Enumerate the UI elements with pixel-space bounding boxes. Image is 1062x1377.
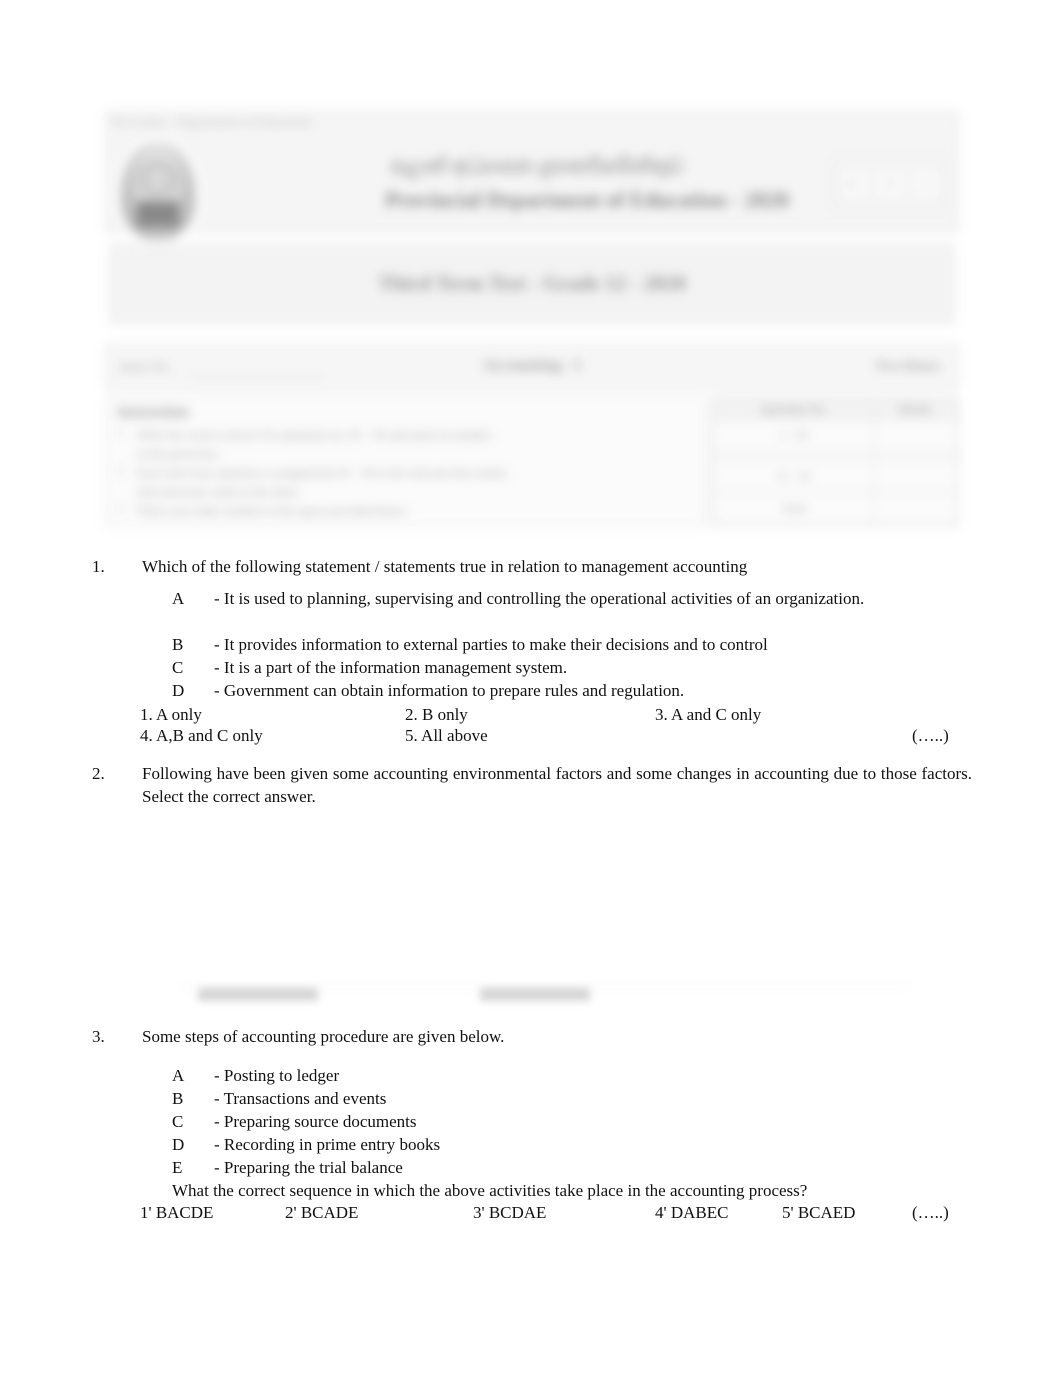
paper-code-badge: A [913, 171, 942, 197]
question-3-answer-blank[interactable]: (…..) [912, 1202, 949, 1224]
header-outer-frame: Sri Lanka - Department of Education පළාත… [106, 112, 958, 239]
question-3-number: 3. [92, 1027, 105, 1046]
marks-table-row: 31 - 35 [712, 459, 957, 493]
question-2-number: 2. [92, 764, 105, 783]
instructions-box: Instructions * Write the correct answer f… [106, 398, 706, 526]
marks-value-cell [873, 459, 957, 493]
marks-col-marks: Marks [873, 399, 957, 420]
question-2-redacted-content [180, 985, 910, 1007]
question-1-statement-letter-d: D [172, 681, 185, 700]
marks-table-row [712, 451, 957, 461]
question-1-statement-letter-b: B [172, 635, 184, 654]
instruction-item: * Write your index number in the space pr… [117, 504, 409, 518]
instruction-item: * Write the correct answer for questions … [117, 428, 494, 442]
header-top-line: Sri Lanka - Department of Education [113, 115, 313, 129]
question-3-statement-text-b: - Transactions and events [214, 1089, 387, 1108]
marks-range-cell: Total [712, 491, 875, 526]
question-3-stem: Some steps of accounting procedure are g… [142, 1027, 505, 1046]
marks-table-row: Total [712, 491, 957, 526]
question-1-option-2[interactable]: 2. B only [405, 704, 468, 726]
exam-header-redacted: Sri Lanka - Department of Education පළාත… [96, 86, 970, 548]
marks-value-cell [873, 451, 957, 461]
paper-code-badge: 01 [838, 171, 867, 197]
index-number-rule [193, 377, 323, 378]
marks-range-cell [712, 451, 875, 461]
marks-table-header-row: Question No. Marks [712, 399, 957, 420]
instructions-title: Instructions [117, 404, 190, 419]
exam-duration: Two Hours [874, 359, 941, 374]
marks-value-cell [873, 491, 957, 526]
header-title-sinhala: පළාත් අධ්‍යාපන දැපාර්තමේන්තුව [390, 153, 684, 178]
question-1-option-4[interactable]: 4. A,B and C only [140, 725, 263, 747]
redacted-rule [180, 986, 910, 987]
question-1-option-5[interactable]: 5. All above [405, 725, 488, 747]
question-1-number: 1. [92, 557, 105, 576]
question-1-statement-letter-a: A [172, 589, 185, 608]
question-3-option-1[interactable]: 1' BACDE [140, 1202, 213, 1224]
question-3-option-3[interactable]: 3' BCDAE [473, 1202, 546, 1224]
instruction-item: in the given box. [137, 447, 222, 461]
header-title-english: Provincial Department of Education - 202… [385, 187, 789, 212]
marks-value-cell [873, 418, 957, 453]
question-1-statement-text-c: - It is a part of the information manage… [214, 658, 568, 677]
subject-title: Accounting - I [483, 357, 581, 374]
instructions-list: * Write the correct answer for questions … [115, 427, 721, 522]
paper-code-badges: 01 II A [833, 159, 947, 209]
marks-table-box: Question No. Marks 1 - 30 31 - 35 Total [712, 398, 958, 526]
question-3-option-4[interactable]: 4' DABEC [655, 1202, 728, 1224]
question-1-stem: Which of the following statement / state… [142, 557, 748, 576]
question-1-option-3[interactable]: 3. A and C only [655, 704, 761, 726]
question-3-statement-text-e: - Preparing the trial balance [214, 1158, 403, 1177]
redacted-text-blob [480, 988, 590, 1001]
question-1-answer-blank[interactable]: (…..) [912, 725, 949, 747]
question-3-statement-letter-d: D [172, 1135, 185, 1154]
question-3-statement-letter-e: E [172, 1158, 183, 1177]
redacted-text-blob [198, 988, 318, 1001]
question-1-statement-text-b: - It provides information to external pa… [214, 635, 768, 654]
instruction-item: and answered. mark in the sheet. [137, 485, 301, 499]
question-3-statement-letter-a: A [172, 1066, 185, 1085]
instruction-item: * Each and every question is assigned the… [117, 466, 510, 480]
question-2-stem: Following have been given some accountin… [142, 764, 972, 806]
question-1-statement-text-a: - It is used to planning, supervising an… [214, 589, 865, 608]
marks-table: Question No. Marks 1 - 30 31 - 35 Total [712, 399, 957, 526]
question-3-statement-text-d: - Recording in prime entry books [214, 1135, 441, 1154]
exam-meta-row: Index No. Accounting - I Two Hours [106, 344, 958, 390]
marks-range-cell: 31 - 35 [712, 459, 875, 493]
question-3-option-2[interactable]: 2' BCADE [285, 1202, 358, 1224]
question-3-statement-letter-b: B [172, 1089, 184, 1108]
question-3-sub-question: What the correct sequence in which the a… [172, 1181, 808, 1200]
question-3-statement-letter-c: C [172, 1112, 184, 1131]
question-1-statement-text-d: - Government can obtain information to p… [214, 681, 685, 700]
department-crest-logo [121, 143, 195, 239]
marks-range-cell: 1 - 30 [712, 418, 875, 453]
marks-table-row: 1 - 30 [712, 418, 957, 453]
question-3-option-5[interactable]: 5' BCAED [782, 1202, 855, 1224]
question-3-statement-text-c: - Preparing source documents [214, 1112, 417, 1131]
paper-code-badge: II [875, 171, 904, 197]
question-1-option-1[interactable]: 1. A only [140, 704, 202, 726]
question-1-statement-letter-c: C [172, 658, 184, 677]
exam-title: Third Term Test - Grade 12 - 2020 [378, 271, 686, 295]
question-3-statement-text-a: - Posting to ledger [214, 1066, 340, 1085]
exam-title-box: Third Term Test - Grade 12 - 2020 [110, 244, 954, 324]
marks-col-question: Question No. [712, 399, 875, 420]
